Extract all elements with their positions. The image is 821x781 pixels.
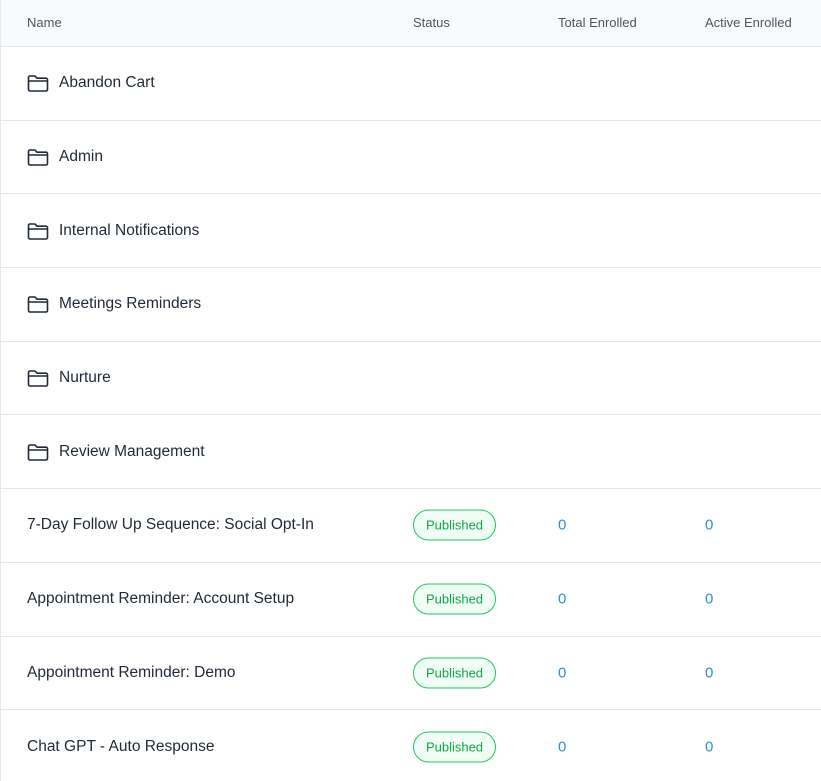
- folder-row[interactable]: Nurture: [1, 342, 821, 416]
- status-badge: Published: [413, 583, 496, 615]
- workflow-name[interactable]: Chat GPT - Auto Response: [27, 738, 215, 756]
- folder-name[interactable]: Internal Notifications: [27, 222, 199, 240]
- folder-icon: [27, 443, 49, 461]
- workflows-table: Name Status Total Enrolled Active Enroll…: [0, 0, 821, 781]
- total-enrolled-count[interactable]: 0: [558, 739, 566, 756]
- folder-label: Meetings Reminders: [59, 295, 202, 313]
- active-enrolled-count[interactable]: 0: [705, 517, 713, 534]
- total-enrolled-count[interactable]: 0: [558, 591, 566, 608]
- status-badge: Published: [413, 657, 496, 689]
- column-header-status[interactable]: Status: [413, 15, 450, 30]
- status-badge: Published: [413, 731, 496, 763]
- status-badge: Published: [413, 509, 496, 541]
- total-enrolled-count[interactable]: 0: [558, 664, 566, 681]
- folder-name[interactable]: Nurture: [27, 369, 111, 387]
- workflow-row[interactable]: Chat GPT - Auto Response Published 0 0: [1, 710, 821, 781]
- folder-label: Internal Notifications: [59, 221, 200, 239]
- active-enrolled-count[interactable]: 0: [705, 664, 713, 681]
- column-header-active-enrolled[interactable]: Active Enrolled: [705, 15, 792, 30]
- workflow-name[interactable]: 7-Day Follow Up Sequence: Social Opt-In: [27, 516, 314, 534]
- folder-row[interactable]: Meetings Reminders: [1, 268, 821, 342]
- column-header-total-enrolled[interactable]: Total Enrolled: [558, 15, 637, 30]
- folder-row[interactable]: Review Management: [1, 415, 821, 490]
- folder-row[interactable]: Abandon Cart: [1, 47, 821, 121]
- workflow-row[interactable]: Appointment Reminder: Demo Published 0 0: [1, 637, 821, 711]
- folder-label: Abandon Cart: [59, 74, 155, 92]
- folder-icon: [27, 222, 49, 240]
- active-enrolled-count[interactable]: 0: [705, 739, 713, 756]
- column-header-name[interactable]: Name: [27, 15, 62, 30]
- workflow-name[interactable]: Appointment Reminder: Demo: [27, 664, 236, 682]
- folder-icon: [27, 296, 49, 314]
- folder-name[interactable]: Review Management: [27, 443, 205, 461]
- active-enrolled-count[interactable]: 0: [705, 591, 713, 608]
- workflow-row[interactable]: Appointment Reminder: Account Setup Publ…: [1, 563, 821, 637]
- folder-icon: [27, 370, 49, 387]
- folder-name[interactable]: Abandon Cart: [27, 74, 155, 93]
- total-enrolled-count[interactable]: 0: [558, 517, 566, 534]
- folder-name[interactable]: Meetings Reminders: [27, 295, 202, 314]
- folder-name[interactable]: Admin: [27, 148, 103, 166]
- folder-label: Admin: [59, 148, 103, 166]
- folder-row[interactable]: Admin: [1, 121, 821, 195]
- workflow-name[interactable]: Appointment Reminder: Account Setup: [27, 590, 294, 608]
- folder-row[interactable]: Internal Notifications: [1, 194, 821, 269]
- folder-label: Nurture: [59, 369, 111, 387]
- workflow-row[interactable]: 7-Day Follow Up Sequence: Social Opt-In …: [1, 489, 821, 563]
- folder-label: Review Management: [59, 442, 205, 460]
- folder-icon: [27, 75, 49, 93]
- table-header: Name Status Total Enrolled Active Enroll…: [1, 0, 821, 47]
- folder-icon: [27, 149, 49, 166]
